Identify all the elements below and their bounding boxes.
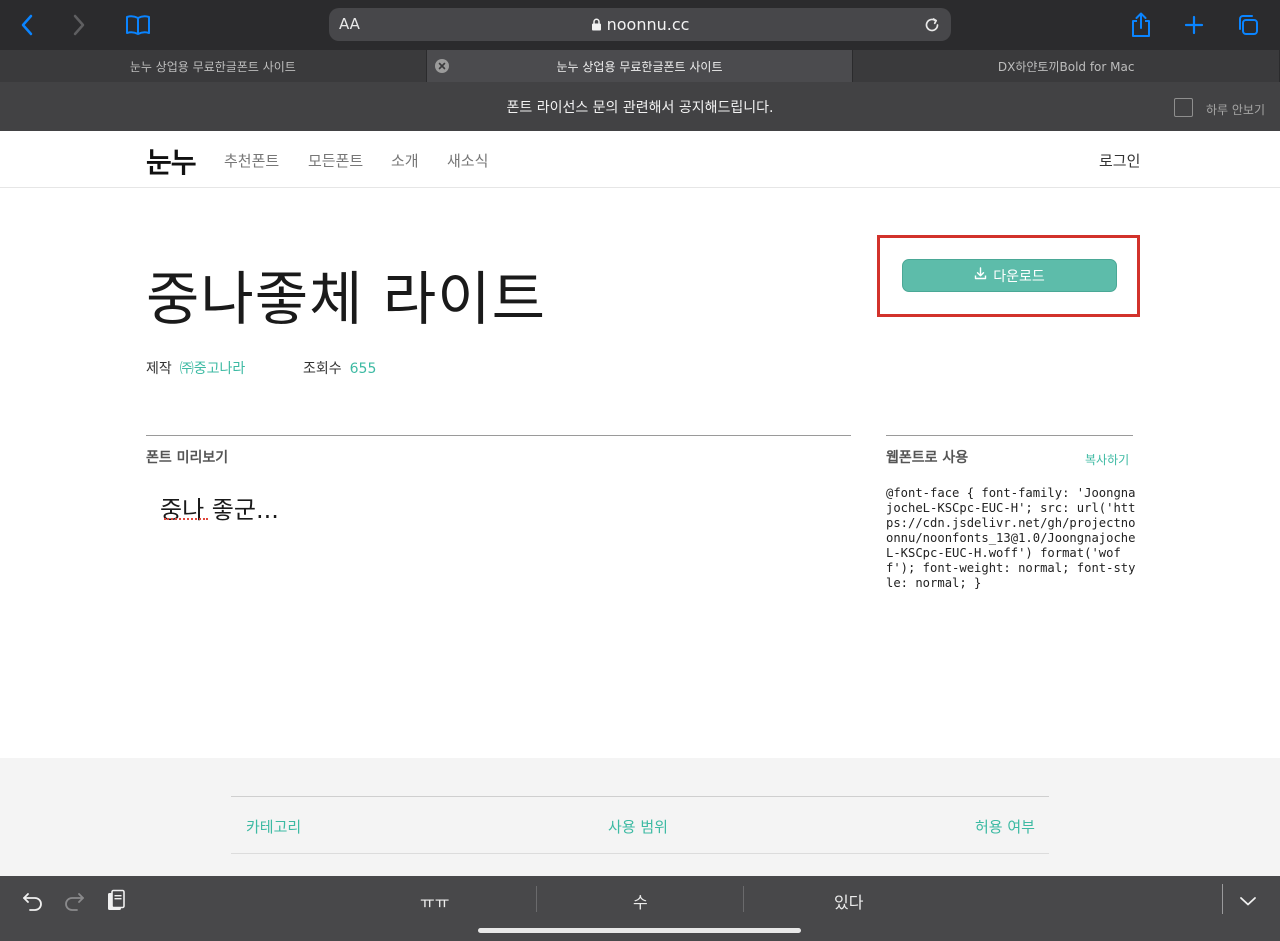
tab-title: 눈누 상업용 무료한글폰트 사이트 <box>129 59 296 74</box>
nav-news[interactable]: 새소식 <box>447 150 488 171</box>
webfont-divider <box>886 435 1133 436</box>
paste-icon[interactable] <box>103 888 129 914</box>
url-field[interactable]: noonnu.cc <box>329 15 951 34</box>
table-top-border <box>231 796 1049 797</box>
dismiss-keyboard-icon[interactable] <box>1235 888 1261 914</box>
webfont-code: @font-face { font-family: 'JoongnajocheL… <box>886 486 1136 590</box>
browser-tab-active[interactable]: 눈누 상업용 무료한글폰트 사이트 <box>426 50 854 82</box>
suggestion-3[interactable]: 있다 <box>834 889 863 913</box>
views-label: 조회수 <box>303 361 342 377</box>
spellcheck-underline <box>164 517 208 520</box>
nav-all-fonts[interactable]: 모든폰트 <box>308 150 363 171</box>
back-icon[interactable] <box>12 10 42 40</box>
copy-button[interactable]: 복사하기 <box>1085 451 1129 468</box>
browser-tab[interactable]: 눈누 상업용 무료한글폰트 사이트 <box>0 50 427 82</box>
toolbar-separator <box>1222 884 1223 914</box>
font-title: 중나좋체 라이트 <box>146 265 546 333</box>
bookmarks-icon[interactable] <box>123 10 153 40</box>
site-logo[interactable]: 눈누 <box>146 141 197 181</box>
tab-bar: 눈누 상업용 무료한글폰트 사이트 눈누 상업용 무료한글폰트 사이트 DX하얀… <box>0 50 1280 82</box>
maker-link[interactable]: ㈜중고나라 <box>180 361 246 377</box>
keyboard-shortcut-bar: ㅠㅠ 수 있다 <box>0 876 1280 941</box>
undo-icon[interactable] <box>20 888 46 914</box>
address-bar[interactable]: AA noonnu.cc <box>329 8 951 41</box>
table-header-border <box>231 853 1049 854</box>
maker-label: 제작 <box>146 361 172 377</box>
suggestion-separator <box>743 886 744 912</box>
suggestion-2[interactable]: 수 <box>633 889 648 913</box>
download-button[interactable]: 다운로드 <box>902 259 1117 292</box>
views-info: 조회수 655 <box>303 358 376 378</box>
plus-icon[interactable] <box>1179 10 1209 40</box>
maker-info: 제작 ㈜중고나라 <box>146 358 245 378</box>
webfont-heading: 웹폰트로 사용 <box>886 450 969 466</box>
home-indicator <box>478 928 801 933</box>
browser-tab[interactable]: DX하얀토끼Bold for Mac <box>853 50 1280 82</box>
column-category: 카테고리 <box>246 818 302 836</box>
download-label: 다운로드 <box>993 268 1045 285</box>
hide-today-checkbox[interactable] <box>1174 98 1193 117</box>
suggestion-separator <box>536 886 537 912</box>
lock-icon <box>591 15 607 34</box>
login-link[interactable]: 로그인 <box>1099 150 1140 171</box>
forward-icon[interactable] <box>64 10 94 40</box>
site-header: 눈누 추천폰트 모든폰트 소개 새소식 로그인 <box>0 131 1280 188</box>
tab-title: DX하얀토끼Bold for Mac <box>997 59 1135 74</box>
preview-divider <box>146 435 851 436</box>
preview-heading: 폰트 미리보기 <box>146 450 229 466</box>
column-allowed: 허용 여부 <box>975 818 1035 836</box>
notice-bar: 폰트 라이선스 문의 관련해서 공지해드립니다. 하루 안보기 <box>0 82 1280 131</box>
nav-recommended[interactable]: 추천폰트 <box>224 150 279 171</box>
download-icon <box>974 267 987 284</box>
browser-toolbar: AA noonnu.cc <box>0 0 1280 50</box>
nav-about[interactable]: 소개 <box>391 150 419 171</box>
column-usage-scope: 사용 범위 <box>608 818 668 836</box>
redo-icon[interactable] <box>61 888 87 914</box>
hide-today-label[interactable]: 하루 안보기 <box>1206 101 1265 118</box>
close-tab-icon[interactable] <box>434 59 449 73</box>
tabs-icon[interactable] <box>1233 10 1263 40</box>
share-icon[interactable] <box>1126 10 1156 40</box>
notice-message[interactable]: 폰트 라이선스 문의 관련해서 공지해드립니다. <box>0 97 1280 117</box>
reload-icon[interactable] <box>919 12 945 38</box>
views-count: 655 <box>349 361 377 377</box>
suggestion-1[interactable]: ㅠㅠ <box>420 889 449 913</box>
url-text: noonnu.cc <box>606 15 690 34</box>
tab-title: 눈누 상업용 무료한글폰트 사이트 <box>556 59 723 74</box>
